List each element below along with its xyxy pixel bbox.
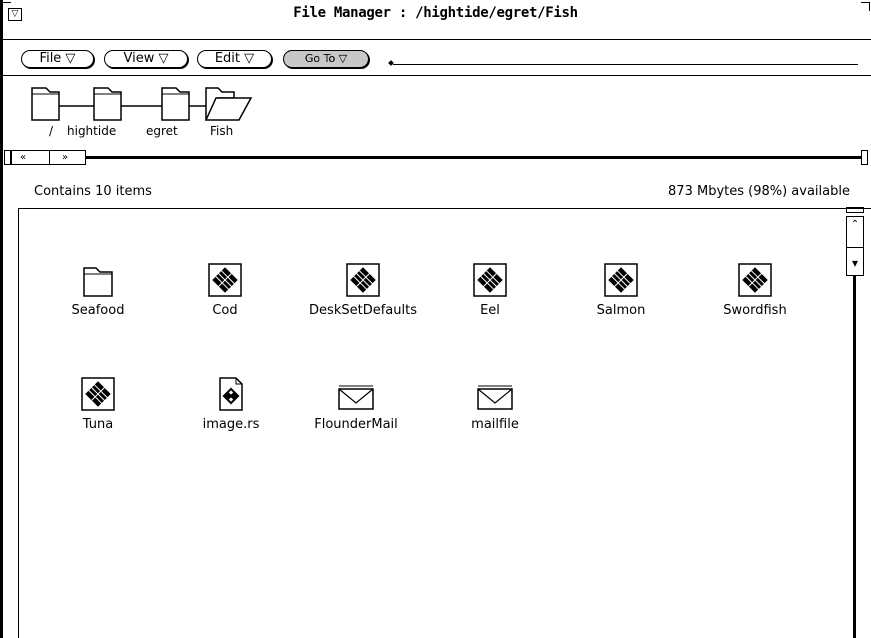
document-icon bbox=[738, 263, 772, 297]
file-item-label: mailfile bbox=[471, 417, 519, 432]
vscroll-top-cable-anchor[interactable] bbox=[846, 207, 864, 213]
item-count-label: Contains 10 items bbox=[34, 184, 152, 199]
file-item-tuna[interactable]: Tuna bbox=[33, 372, 163, 432]
document-icon bbox=[81, 377, 115, 411]
window-title: File Manager : /hightide/egret/Fish bbox=[293, 5, 578, 21]
path-folder-root-icon bbox=[31, 87, 60, 121]
file-item-floundermail[interactable]: FlounderMail bbox=[291, 372, 421, 432]
file-item-label: FlounderMail bbox=[314, 417, 398, 432]
file-item-label: Salmon bbox=[596, 303, 646, 318]
file-pane-left-border bbox=[18, 208, 19, 638]
file-menu-button[interactable]: File ▽ bbox=[21, 50, 94, 68]
view-menu-button[interactable]: View ▽ bbox=[104, 50, 188, 68]
hscroll-left-cable-anchor[interactable] bbox=[4, 150, 11, 165]
file-item-cod[interactable]: Cod bbox=[160, 258, 290, 318]
file-item-swordfish[interactable]: Swordfish bbox=[690, 258, 820, 318]
file-item-label: Swordfish bbox=[723, 303, 787, 318]
file-item-label: Seafood bbox=[71, 303, 125, 318]
vscroll-elevator[interactable]: ⌃ ▾ bbox=[846, 216, 864, 276]
path-folder-egret-icon bbox=[161, 87, 190, 121]
document-icon bbox=[473, 263, 507, 297]
document-icon bbox=[346, 263, 380, 297]
folder-icon bbox=[83, 267, 113, 297]
file-item-desksetdefaults[interactable]: DeskSetDefaults bbox=[298, 258, 428, 318]
path-segment-fish[interactable]: Fish bbox=[210, 124, 233, 138]
file-item-eel[interactable]: Eel bbox=[425, 258, 555, 318]
hscroll-cable[interactable] bbox=[86, 156, 861, 159]
edit-menu-button[interactable]: Edit ▽ bbox=[197, 50, 272, 68]
scroll-left-arrow-icon[interactable]: « bbox=[20, 151, 26, 164]
mail-icon bbox=[477, 385, 513, 410]
path-folder-fish-open-icon bbox=[204, 87, 253, 121]
hscroll-elevator[interactable]: « » bbox=[11, 150, 86, 165]
hscroll-right-cable-anchor[interactable] bbox=[861, 150, 868, 165]
elevator-divider bbox=[49, 151, 50, 164]
file-pane-top-border bbox=[18, 208, 871, 209]
file-item-label: DeskSetDefaults bbox=[309, 303, 417, 318]
document-icon bbox=[604, 263, 638, 297]
goto-path-input[interactable] bbox=[393, 64, 858, 65]
mail-icon bbox=[338, 385, 374, 410]
file-item-seafood[interactable]: Seafood bbox=[33, 258, 163, 318]
path-folder-hightide-icon bbox=[93, 87, 122, 121]
path-segment-root[interactable]: / bbox=[49, 124, 53, 138]
file-item-label: Tuna bbox=[82, 417, 114, 432]
document-icon bbox=[208, 263, 242, 297]
vscroll-cable[interactable] bbox=[853, 276, 856, 638]
menu-bar-divider bbox=[3, 75, 871, 76]
file-item-label: Cod bbox=[212, 303, 238, 318]
file-item-mailfile[interactable]: mailfile bbox=[430, 372, 560, 432]
window-frame-left bbox=[0, 0, 3, 638]
goto-menu-button[interactable]: Go To ▽ bbox=[283, 50, 369, 68]
file-item-image-rs[interactable]: image.rs bbox=[166, 372, 296, 432]
path-segment-hightide[interactable]: hightide bbox=[67, 124, 116, 138]
file-item-label: Eel bbox=[480, 303, 500, 318]
image-file-icon bbox=[219, 377, 243, 411]
disk-space-label: 873 Mbytes (98%) available bbox=[668, 184, 850, 199]
file-item-salmon[interactable]: Salmon bbox=[556, 258, 686, 318]
scroll-right-arrow-icon[interactable]: » bbox=[62, 151, 68, 164]
title-bar-divider bbox=[3, 39, 871, 40]
path-segment-egret[interactable]: egret bbox=[146, 124, 178, 138]
path-bar bbox=[31, 87, 253, 121]
file-item-label: image.rs bbox=[202, 417, 260, 432]
scroll-down-arrow-icon[interactable]: ▾ bbox=[847, 257, 863, 269]
scroll-up-arrow-icon[interactable]: ⌃ bbox=[847, 219, 863, 231]
elevator-divider bbox=[847, 247, 863, 248]
